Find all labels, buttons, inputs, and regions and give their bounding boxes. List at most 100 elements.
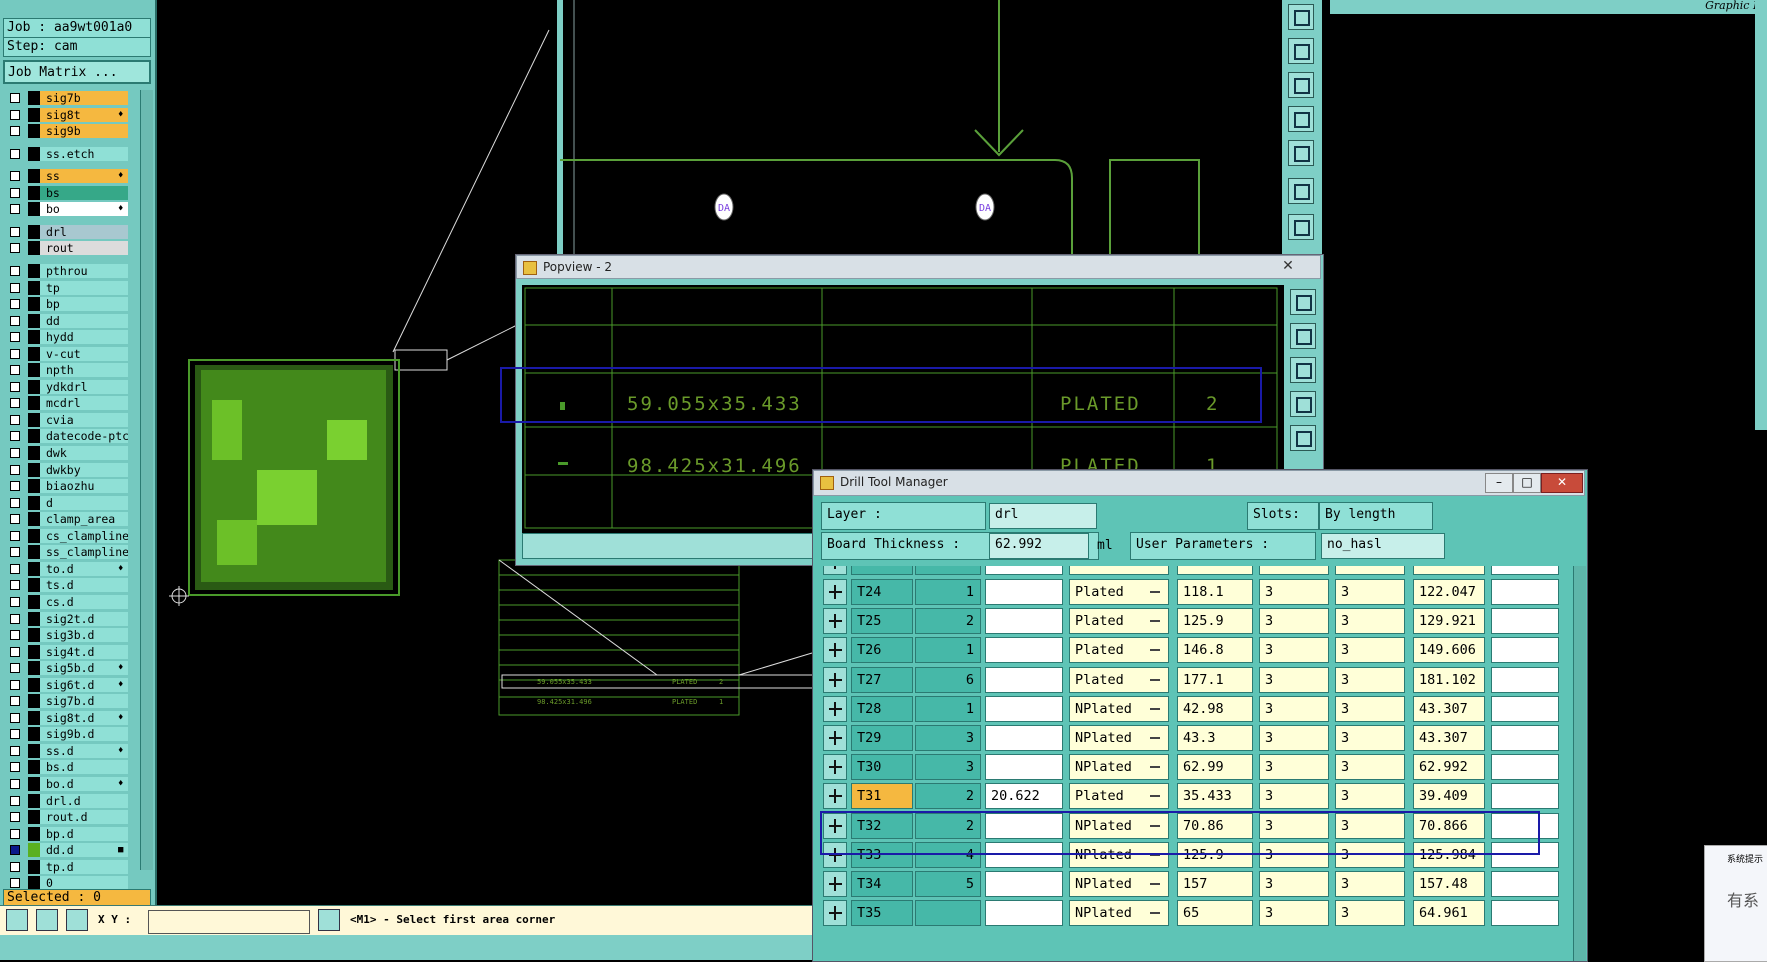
layer-row-dwkby[interactable]: dwkby: [6, 462, 128, 477]
expand-icon[interactable]: [823, 666, 847, 693]
drill-size[interactable]: [1177, 566, 1253, 575]
popview-close-icon[interactable]: ✕: [1273, 255, 1303, 277]
layer-row-ss[interactable]: ss ♦: [6, 169, 128, 184]
layer-row-tp.d[interactable]: tp.d: [6, 859, 128, 874]
tolerance-plus[interactable]: 3: [1259, 783, 1329, 810]
finish-input[interactable]: 20.622: [985, 783, 1063, 810]
layer-checkbox[interactable]: [10, 646, 20, 657]
finish-size[interactable]: 64.961: [1413, 900, 1485, 927]
plating-dropdown[interactable]: Plated: [1069, 637, 1169, 664]
layer-checkbox[interactable]: [10, 580, 20, 591]
tolerance-minus[interactable]: 3: [1335, 900, 1405, 927]
extra-field[interactable]: [1491, 666, 1559, 693]
layer-row-to.d[interactable]: to.d ♦: [6, 561, 128, 576]
layer-row-sig9b.d[interactable]: sig9b.d: [6, 727, 128, 742]
layer-checkbox[interactable]: [10, 414, 20, 425]
layer-checkbox[interactable]: [10, 696, 20, 707]
xy-input[interactable]: [148, 910, 310, 934]
drill-size[interactable]: 146.8: [1177, 637, 1253, 664]
tolerance-minus[interactable]: 3: [1335, 695, 1405, 722]
layer-checkbox[interactable]: [10, 878, 20, 889]
pan-left-icon[interactable]: [1288, 106, 1314, 132]
layer-checkbox[interactable]: [10, 679, 20, 690]
tolerance-plus[interactable]: 3: [1259, 871, 1329, 897]
zoom-home-icon[interactable]: [1290, 289, 1316, 315]
layer-checkbox[interactable]: [10, 93, 20, 103]
layer-row-sig9b[interactable]: sig9b: [6, 124, 128, 139]
drill-size[interactable]: 35.433: [1177, 783, 1253, 810]
layer-checkbox[interactable]: [10, 243, 20, 254]
tolerance-plus[interactable]: [1259, 566, 1329, 575]
layer-checkbox[interactable]: [10, 547, 20, 558]
finish-size[interactable]: 149.606: [1413, 637, 1485, 664]
layer-checkbox[interactable]: [10, 126, 20, 137]
finish-size[interactable]: 43.307: [1413, 725, 1485, 751]
layer-row-dwk[interactable]: dwk: [6, 446, 128, 460]
layer-row-datecode-ptc[interactable]: datecode-ptc: [6, 429, 128, 444]
layer-checkbox[interactable]: [10, 613, 20, 624]
plating-dropdown[interactable]: NPlated: [1069, 695, 1169, 722]
layer-row-sig8t[interactable]: sig8t ♦: [6, 107, 128, 122]
layer-row-sig2t.d[interactable]: sig2t.d: [6, 611, 128, 626]
layer-row-rout[interactable]: rout: [6, 241, 128, 256]
layer-checkbox[interactable]: [10, 795, 20, 806]
layer-checkbox[interactable]: [10, 779, 20, 789]
layer-row-bo[interactable]: bo ♦: [6, 202, 128, 217]
finish-size[interactable]: 157.48: [1413, 871, 1485, 897]
extra-field[interactable]: [1491, 783, 1559, 810]
layer-row-d[interactable]: d: [6, 495, 128, 510]
slots-dropdown[interactable]: By length: [1319, 502, 1433, 530]
user-parameters-input[interactable]: no_hasl: [1321, 533, 1445, 559]
extra-field[interactable]: [1491, 566, 1559, 575]
finish-input[interactable]: [985, 725, 1063, 751]
layer-row-sig8t.d[interactable]: sig8t.d ♦: [6, 710, 128, 725]
extra-field[interactable]: [1491, 695, 1559, 722]
layer-checkbox[interactable]: [10, 828, 20, 839]
layer-row-sig7b.d[interactable]: sig7b.d: [6, 694, 128, 709]
extra-field[interactable]: [1491, 725, 1559, 751]
layer-checkbox[interactable]: [10, 464, 20, 475]
tolerance-minus[interactable]: 3: [1335, 579, 1405, 605]
layer-row-bp[interactable]: bp: [6, 297, 128, 312]
layer-checkbox[interactable]: [10, 299, 20, 310]
layer-row-ss.etch[interactable]: ss.etch: [6, 146, 128, 161]
finish-input[interactable]: [985, 695, 1063, 722]
finish-size[interactable]: 181.102: [1413, 666, 1485, 693]
finish-size[interactable]: [1413, 566, 1485, 575]
layer-row-ss_clampline[interactable]: ss_clampline: [6, 545, 128, 560]
expand-icon[interactable]: [823, 725, 847, 751]
extra-field[interactable]: [1491, 871, 1559, 897]
layer-checkbox[interactable]: [10, 762, 20, 773]
extra-field[interactable]: [1491, 900, 1559, 927]
tolerance-minus[interactable]: 3: [1335, 871, 1405, 897]
layer-checkbox[interactable]: [10, 630, 20, 641]
finish-size[interactable]: 39.409: [1413, 783, 1485, 810]
drill-size[interactable]: 42.98: [1177, 695, 1253, 722]
layer-row-dd.d[interactable]: dd.d ■: [6, 843, 128, 858]
layer-row-sig3b.d[interactable]: sig3b.d: [6, 628, 128, 643]
layer-checkbox[interactable]: [10, 712, 20, 723]
maximize-button[interactable]: □: [1513, 473, 1541, 493]
layer-checkbox[interactable]: [10, 109, 20, 120]
layer-row-sig4t.d[interactable]: sig4t.d: [6, 644, 128, 659]
expand-icon[interactable]: [823, 566, 847, 575]
close-button[interactable]: ✕: [1541, 473, 1583, 493]
finish-size[interactable]: 122.047: [1413, 579, 1485, 605]
layer-checkbox[interactable]: [10, 348, 20, 359]
layer-checkbox[interactable]: [10, 481, 20, 492]
layer-row-pthrou[interactable]: pthrou: [6, 263, 128, 278]
expand-icon[interactable]: [823, 579, 847, 605]
finish-input[interactable]: [985, 566, 1063, 575]
layer-row-bs.d[interactable]: bs.d: [6, 760, 128, 775]
expand-icon[interactable]: [823, 637, 847, 664]
layer-checkbox[interactable]: [10, 204, 20, 215]
tolerance-minus[interactable]: 3: [1335, 783, 1405, 810]
pan-left-icon[interactable]: [1290, 391, 1316, 417]
expand-icon[interactable]: [823, 695, 847, 722]
pan-up-icon[interactable]: [1290, 323, 1316, 349]
tolerance-plus[interactable]: 3: [1259, 900, 1329, 927]
layer-row-bs[interactable]: bs: [6, 185, 128, 200]
pan-up-icon[interactable]: [1288, 38, 1314, 64]
finish-size[interactable]: 43.307: [1413, 695, 1485, 722]
tool-count[interactable]: 4: [915, 566, 981, 575]
